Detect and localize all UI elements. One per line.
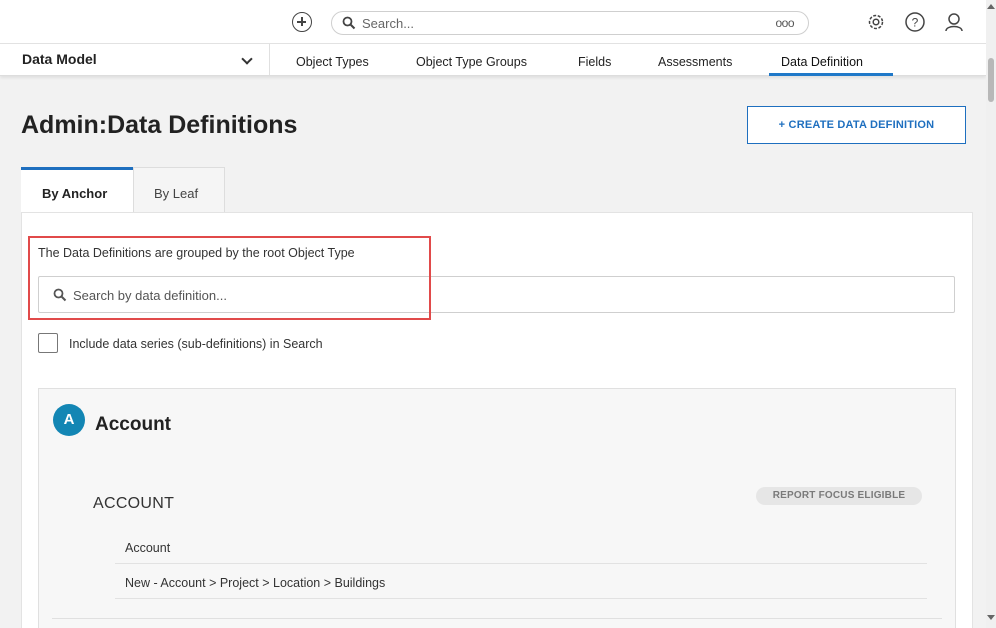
create-data-definition-button[interactable]: + CREATE DATA DEFINITION	[747, 106, 966, 144]
search-icon	[342, 16, 356, 35]
tab-by-anchor[interactable]: By Anchor	[21, 167, 134, 213]
scroll-down-icon[interactable]	[987, 615, 995, 620]
chevron-down-icon	[241, 53, 253, 65]
avatar: A	[53, 404, 85, 436]
help-icon[interactable]: ?	[904, 11, 926, 33]
vertical-scrollbar[interactable]	[986, 0, 996, 628]
module-select-label: Data Model	[22, 51, 97, 67]
settings-icon[interactable]	[865, 11, 887, 33]
tab-assessments[interactable]: Assessments	[658, 55, 732, 69]
global-search-bar[interactable]: ooo	[331, 11, 809, 35]
include-series-checkbox[interactable]	[38, 333, 58, 353]
global-search-input[interactable]	[362, 15, 742, 32]
more-options-icon[interactable]: ooo	[775, 16, 794, 30]
page-title: Admin:Data Definitions	[21, 111, 298, 139]
tab-by-anchor-label: By Anchor	[42, 186, 108, 201]
scroll-up-icon[interactable]	[987, 4, 995, 9]
scroll-thumb[interactable]	[988, 58, 994, 102]
section-title: ACCOUNT	[93, 495, 175, 512]
definition-row[interactable]: New - Account > Project > Location > Bui…	[115, 569, 927, 599]
module-select[interactable]: Data Model	[0, 44, 270, 75]
module-nav-bar: Data Model Object Types Object Type Grou…	[0, 44, 986, 76]
group-title: Account	[95, 414, 171, 435]
svg-text:?: ?	[912, 16, 919, 30]
tab-fields[interactable]: Fields	[578, 55, 611, 69]
tab-by-leaf-label: By Leaf	[154, 186, 199, 201]
user-icon[interactable]	[943, 11, 965, 33]
highlight-annotation-box	[28, 236, 431, 320]
definition-row[interactable]: Account	[115, 534, 927, 564]
tab-object-types[interactable]: Object Types	[296, 55, 369, 69]
definition-label: New - Account > Project > Location > Bui…	[125, 576, 386, 590]
report-focus-badge: REPORT FOCUS ELIGIBLE	[756, 487, 922, 505]
tab-by-leaf[interactable]: By Leaf	[133, 167, 225, 212]
tab-data-definition[interactable]: Data Definition	[781, 55, 863, 69]
active-tab-indicator	[769, 73, 893, 76]
definition-label: Account	[125, 541, 171, 555]
tab-object-type-groups[interactable]: Object Type Groups	[416, 55, 527, 69]
include-series-label: Include data series (sub-definitions) in…	[69, 337, 323, 351]
plus-circle-icon[interactable]	[292, 12, 312, 32]
divider	[52, 618, 942, 619]
top-bar: ooo ?	[0, 0, 986, 44]
